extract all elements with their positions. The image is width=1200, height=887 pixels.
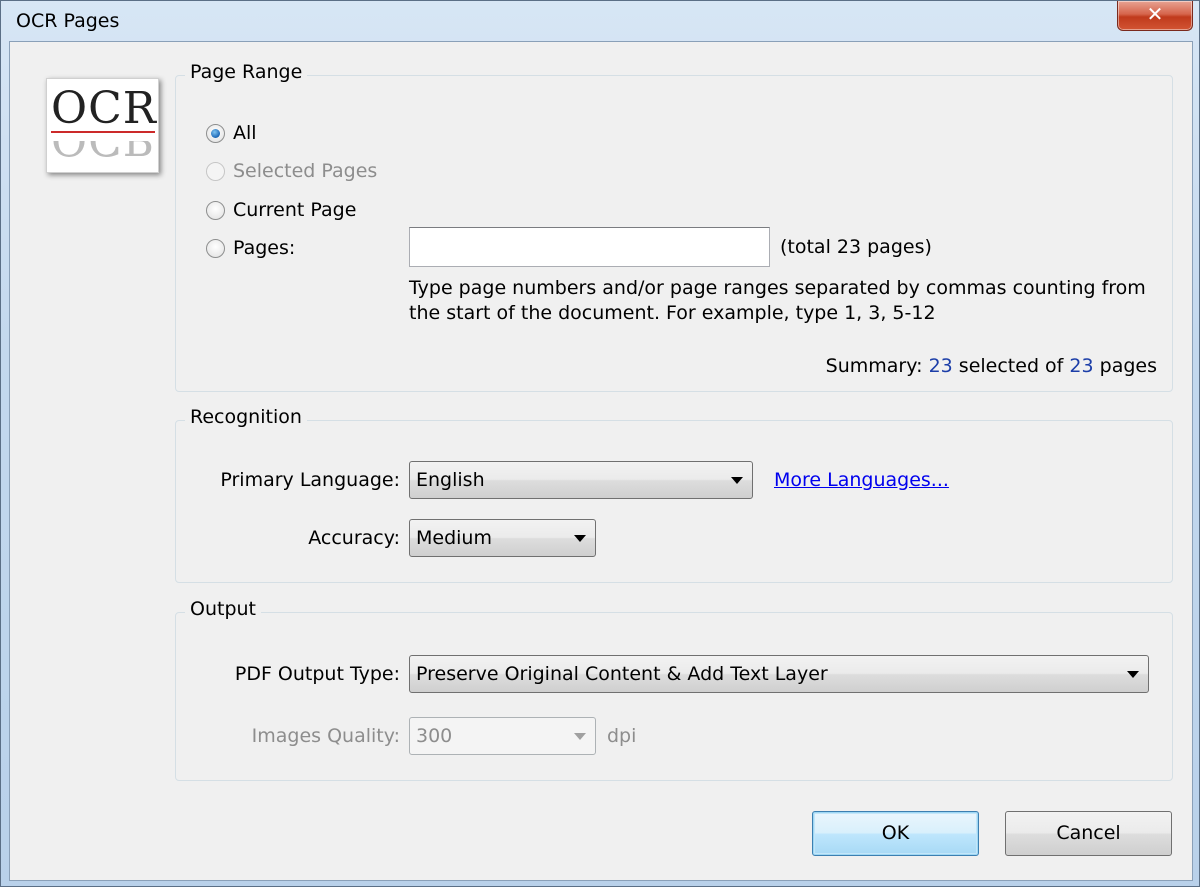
output-group: Output PDF Output Type: Preserve Origina… xyxy=(175,598,1173,781)
radio-pages-indicator[interactable] xyxy=(206,238,225,258)
pdf-output-type-value: Preserve Original Content & Add Text Lay… xyxy=(416,663,828,685)
accuracy-select[interactable]: Medium xyxy=(409,519,596,557)
radio-current-page-indicator[interactable] xyxy=(206,200,225,220)
ocr-logo-text: OCR xyxy=(51,83,157,134)
radio-selected-pages-indicator xyxy=(206,161,225,181)
output-title: Output xyxy=(185,598,261,620)
ok-button[interactable]: OK xyxy=(812,811,979,856)
summary-suffix: pages xyxy=(1099,355,1157,377)
radio-selected-pages: Selected Pages xyxy=(206,160,377,182)
recognition-title: Recognition xyxy=(185,406,307,428)
title-bar[interactable]: OCR Pages ✕ xyxy=(1,1,1200,41)
window-title: OCR Pages xyxy=(16,10,120,32)
radio-current-page-label: Current Page xyxy=(233,199,357,221)
close-icon: ✕ xyxy=(1146,2,1164,26)
radio-pages[interactable]: Pages: xyxy=(206,237,295,259)
page-range-title: Page Range xyxy=(185,61,308,83)
accuracy-value: Medium xyxy=(416,527,492,549)
pages-hint: Type page numbers and/or page ranges sep… xyxy=(409,277,1146,324)
pdf-output-type-select[interactable]: Preserve Original Content & Add Text Lay… xyxy=(409,655,1149,693)
primary-language-label: Primary Language: xyxy=(220,469,400,491)
summary-selected-count: 23 xyxy=(928,355,953,377)
more-languages-link[interactable]: More Languages... xyxy=(774,469,949,491)
summary-total-count: 23 xyxy=(1069,355,1094,377)
ocr-logo: OCR OCR xyxy=(46,78,159,173)
primary-language-select[interactable]: English xyxy=(409,461,753,499)
images-quality-value: 300 xyxy=(416,725,453,747)
images-quality-label: Images Quality: xyxy=(251,725,400,747)
summary-middle: selected of xyxy=(958,355,1064,377)
summary-line: Summary: 23 selected of 23 pages xyxy=(826,355,1157,377)
pdf-output-type-label: PDF Output Type: xyxy=(234,663,400,685)
chevron-down-icon xyxy=(1127,671,1139,678)
pages-input[interactable] xyxy=(409,227,770,267)
chevron-down-icon xyxy=(574,733,586,740)
close-button[interactable]: ✕ xyxy=(1117,1,1193,31)
radio-all-label: All xyxy=(233,122,257,144)
images-quality-unit: dpi xyxy=(607,725,637,747)
radio-all-indicator[interactable] xyxy=(206,123,225,143)
radio-selected-pages-label: Selected Pages xyxy=(233,160,378,182)
chevron-down-icon xyxy=(574,535,586,542)
cancel-button[interactable]: Cancel xyxy=(1005,811,1172,856)
images-quality-select: 300 xyxy=(409,717,596,755)
accuracy-label: Accuracy: xyxy=(308,527,400,549)
page-range-group: Page Range All Selected Pages Current Pa… xyxy=(175,61,1173,392)
primary-language-value: English xyxy=(416,469,485,491)
dialog-window: OCR Pages ✕ OCR OCR Page Range All Selec… xyxy=(0,0,1200,887)
radio-all[interactable]: All xyxy=(206,122,257,144)
radio-current-page[interactable]: Current Page xyxy=(206,199,356,221)
ocr-logo-line xyxy=(51,131,155,133)
chevron-down-icon xyxy=(731,477,743,484)
summary-prefix: Summary: xyxy=(825,355,923,377)
radio-pages-label: Pages: xyxy=(233,237,296,259)
dialog-content: OCR OCR Page Range All Selected Pages Cu… xyxy=(9,41,1193,881)
total-pages-text: (total 23 pages) xyxy=(780,236,932,258)
recognition-group: Recognition Primary Language: English Mo… xyxy=(175,406,1173,583)
